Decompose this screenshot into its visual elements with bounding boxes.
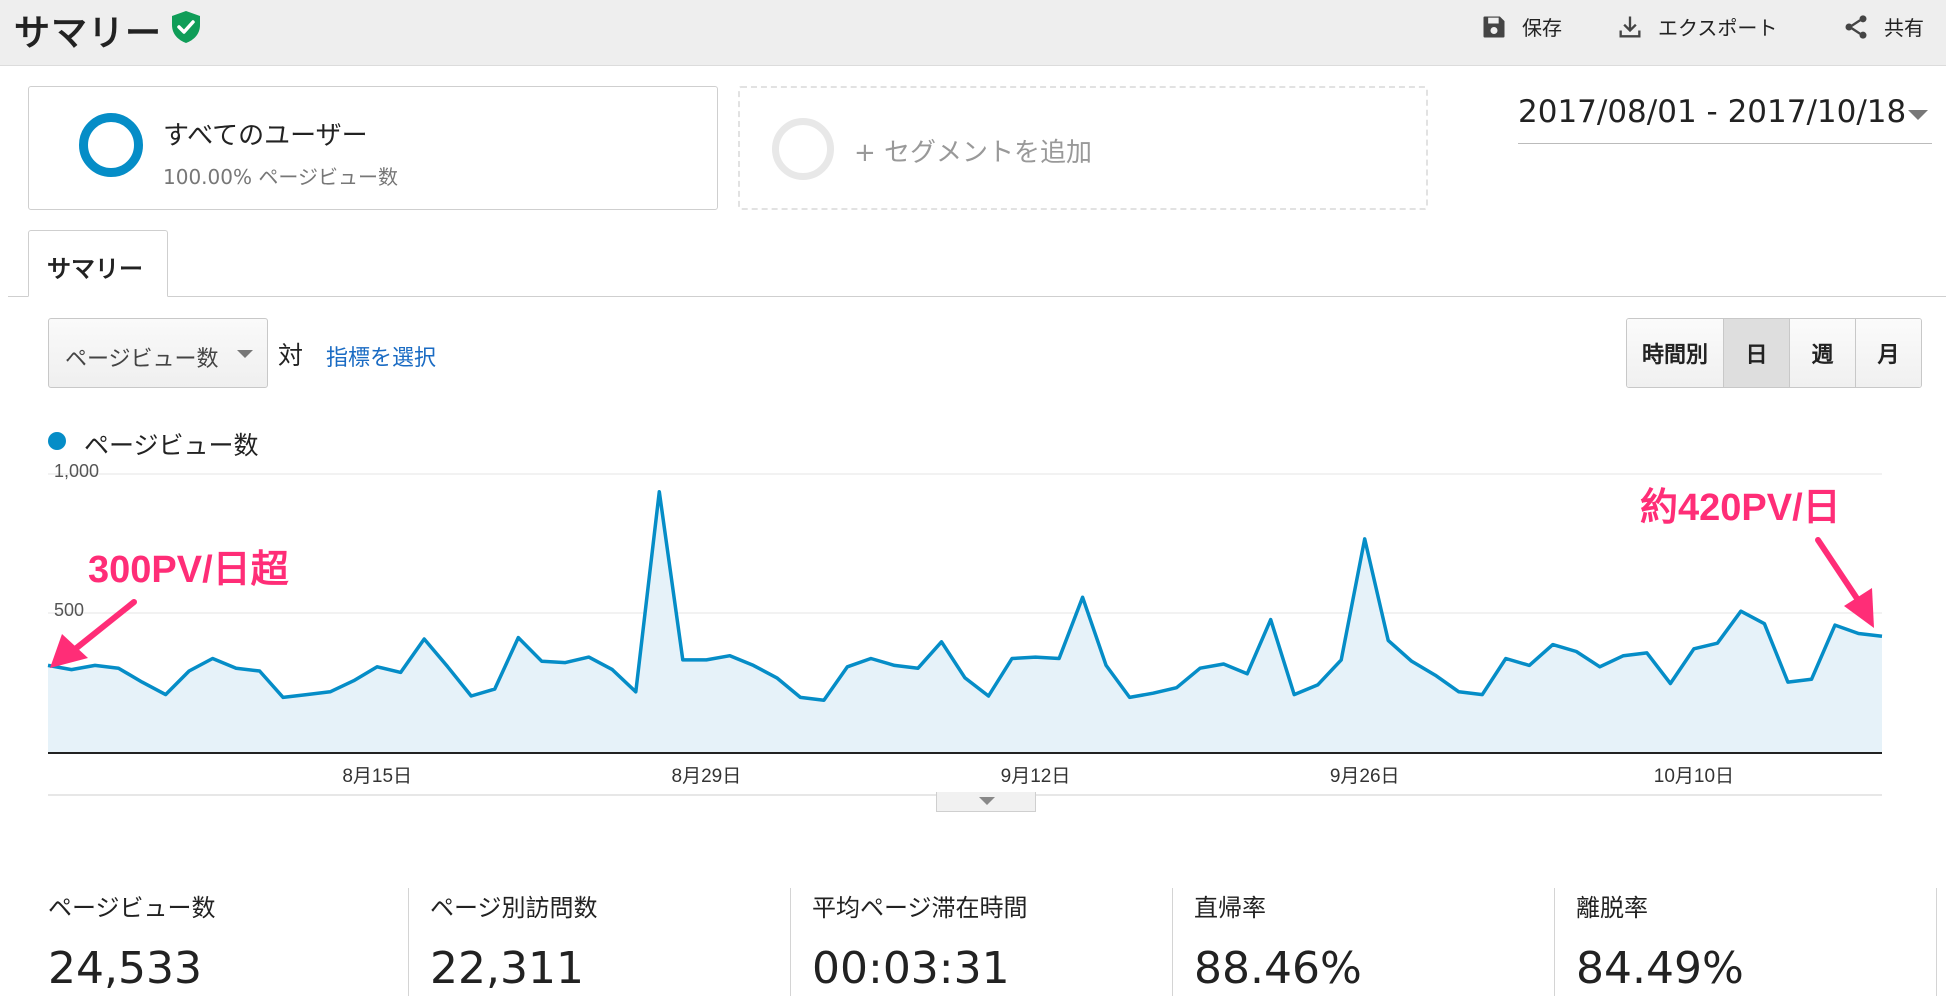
pageviews-chart: 1,000 500 8月15日 8月29日 9月12日 9月26日 10月10日 300PV/… [47,461,1883,796]
stat-pageviews: ページビュー数 24,533 [48,888,428,996]
tab-divider [8,296,1946,297]
page-title: サマリー [14,13,163,54]
granularity-day-button[interactable]: 日 [1723,319,1789,387]
stat-label: 直帰率 [1194,894,1266,922]
share-button[interactable]: 共有 [1842,12,1924,41]
segment-title: すべてのユーザー [163,121,368,151]
series-area [48,491,1882,753]
x-tick-label: 9月26日 [1330,766,1400,787]
stat-label: ページ別訪問数 [430,894,598,922]
legend-dot [48,432,66,450]
stat-label: 離脱率 [1576,894,1648,922]
add-segment-label: + セグメントを追加 [854,138,1093,168]
stat-exit-rate: 離脱率 84.49% [1576,888,1946,996]
tab-summary[interactable]: サマリー [28,230,168,297]
top-bar: サマリー 保存 エクスポート 共有 [0,0,1946,66]
y-tick-label: 500 [54,600,84,620]
versus-label: 対 [278,341,304,370]
segment-donut-icon [79,113,143,177]
stat-value: 22,311 [430,943,584,994]
share-label: 共有 [1884,16,1924,40]
date-range-value: 2017/08/01 - 2017/10/18 [1518,94,1907,130]
granularity-hourly-button[interactable]: 時間別 [1627,319,1723,387]
stat-divider [1554,888,1555,996]
date-range-picker[interactable]: 2017/08/01 - 2017/10/18 [1518,94,1932,144]
segment-subtitle: 100.00% ページビュー数 [163,165,398,189]
verified-shield-icon [172,11,200,43]
stat-value: 24,533 [48,943,202,994]
download-icon [1619,16,1641,37]
stat-bounce-rate: 直帰率 88.46% [1194,888,1574,996]
annotation-arrow-line [1815,537,1861,603]
x-tick-label: 8月29日 [672,766,742,787]
save-label: 保存 [1522,16,1562,40]
legend-label: ページビュー数 [84,431,259,460]
stat-label: ページビュー数 [48,894,216,922]
stat-value: 84.49% [1576,943,1744,994]
stat-value: 88.46% [1194,943,1362,994]
add-segment-button[interactable]: + セグメントを追加 [738,86,1428,210]
metric-dropdown[interactable]: ページビュー数 [48,318,268,388]
y-tick-label: 1,000 [54,461,99,481]
save-button[interactable]: 保存 [1480,12,1562,41]
granularity-month-button[interactable]: 月 [1855,319,1921,387]
stat-divider [408,888,409,996]
empty-donut-icon [772,118,834,180]
stat-avg-time-on-page: 平均ページ滞在時間 00:03:31 [812,888,1192,996]
annotation-label: 約420PV/日 [1640,487,1841,529]
chevron-down-icon [237,350,253,358]
stat-divider [1172,888,1173,996]
segment-all-users[interactable]: すべてのユーザー 100.00% ページビュー数 [28,86,718,210]
stat-divider [1936,888,1937,996]
granularity-toggle: 時間別 日 週 月 [1626,318,1922,388]
chevron-down-icon [1908,110,1928,120]
share-icon [1845,14,1867,39]
chart-collapse-handle[interactable] [936,792,1036,812]
annotation-arrow-head [1844,588,1874,628]
annotation-label: 300PV/日超 [88,549,290,591]
export-button[interactable]: エクスポート [1616,12,1777,41]
save-icon [1483,16,1505,37]
metric-dropdown-value: ページビュー数 [65,347,219,372]
export-label: エクスポート [1658,16,1778,40]
x-tick-label: 9月12日 [1001,766,1071,787]
annotation-arrow-head [50,634,88,668]
stat-unique-pageviews: ページ別訪問数 22,311 [430,888,810,996]
stat-label: 平均ページ滞在時間 [812,894,1028,922]
select-metric-link[interactable]: 指標を選択 [326,340,436,372]
granularity-week-button[interactable]: 週 [1789,319,1855,387]
x-tick-label: 8月15日 [342,766,412,787]
stat-value: 00:03:31 [812,943,1010,994]
x-tick-label: 10月10日 [1654,766,1734,787]
stat-divider [790,888,791,996]
